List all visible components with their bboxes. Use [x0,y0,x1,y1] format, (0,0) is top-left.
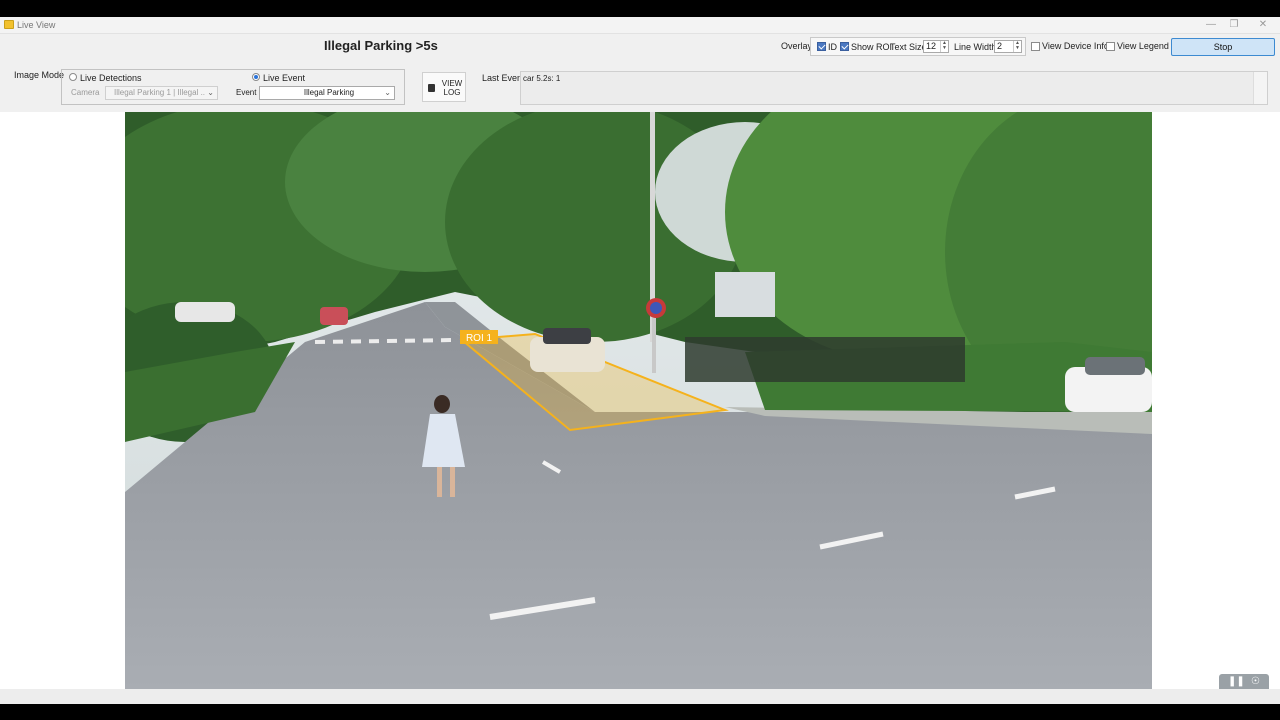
camera-select[interactable]: Illegal Parking 1 | Illegal .. ⌄ [105,86,218,100]
pause-icon[interactable]: ❚❚ [1228,676,1245,687]
text-size-spinner[interactable]: 12 ▲ ▼ [923,40,949,53]
camera-feed: ROI 1 [125,112,1152,689]
overlay-options-group: ID Show ROI Text Size 12 ▲ ▼ Line Width 2… [810,37,1026,56]
id-checkbox[interactable] [817,42,826,51]
event-label: Event [236,88,257,97]
text-size-value: 12 [926,41,937,51]
view-log-line2: LOG [443,88,461,97]
event-select-value: Illegal Parking [303,88,355,97]
close-button[interactable]: ✕ [1253,18,1273,32]
camera-feed-frame: ROI 1 [125,112,1152,689]
app-icon [4,20,14,29]
text-size-label: Text Size [890,42,927,52]
page-title: Illegal Parking >5s [324,38,438,53]
live-event-radio[interactable] [252,73,260,81]
event-select[interactable]: Illegal Parking ⌄ [259,86,395,100]
view-device-info-checkbox[interactable] [1031,42,1040,51]
show-roi-label: Show ROI [851,42,893,52]
title-bar: Live View — ❐ ✕ [0,17,1280,34]
id-label: ID [828,42,837,52]
camera-settings-icon[interactable]: ☉ [1251,676,1260,687]
spinner-arrows-icon[interactable]: ▲ ▼ [940,41,948,52]
chevron-down-icon: ⌄ [384,88,391,97]
roi-label: ROI 1 [466,333,493,344]
stop-button[interactable]: Stop [1171,38,1275,56]
view-device-info-label: View Device Info [1042,41,1109,51]
last-event-label: Last Event [482,73,525,83]
log-document-icon [428,84,435,92]
minimize-button[interactable]: — [1201,18,1221,32]
live-view-window: Live View — ❐ ✕ Illegal Parking >5s Over… [0,17,1280,704]
view-log-line1: VIEW [441,79,463,88]
image-mode-label: Image Mode [14,70,65,80]
view-legend-checkbox[interactable] [1106,42,1115,51]
view-log-button[interactable]: VIEW LOG [422,72,466,102]
overlay-label: Overlay [781,41,813,51]
line-width-value: 2 [997,41,1003,51]
view-legend-label: View Legend [1117,41,1169,51]
camera-select-value: Illegal Parking 1 | Illegal .. [114,88,206,97]
last-event-textbox[interactable]: car 5.2s: 1 [520,71,1268,105]
video-area: ROI 1 [0,112,1280,689]
last-event-scrollbar[interactable] [1253,72,1267,104]
line-width-label: Line Width [954,42,997,52]
camera-label: Camera [71,88,100,97]
live-detections-label: Live Detections [80,73,142,83]
restore-button[interactable]: ❐ [1224,18,1244,32]
image-mode-group: Live Detections Live Event Camera Illega… [61,69,405,105]
window-title: Live View [17,20,56,30]
live-event-label: Live Event [263,73,306,83]
last-event-value: car 5.2s: 1 [523,74,561,83]
spinner-arrows-icon[interactable]: ▲ ▼ [1013,41,1021,52]
line-width-spinner[interactable]: 2 ▲ ▼ [994,40,1022,53]
chevron-down-icon: ⌄ [207,88,214,97]
status-strip [0,689,1280,704]
show-roi-checkbox[interactable] [840,42,849,51]
live-detections-radio[interactable] [69,73,77,81]
